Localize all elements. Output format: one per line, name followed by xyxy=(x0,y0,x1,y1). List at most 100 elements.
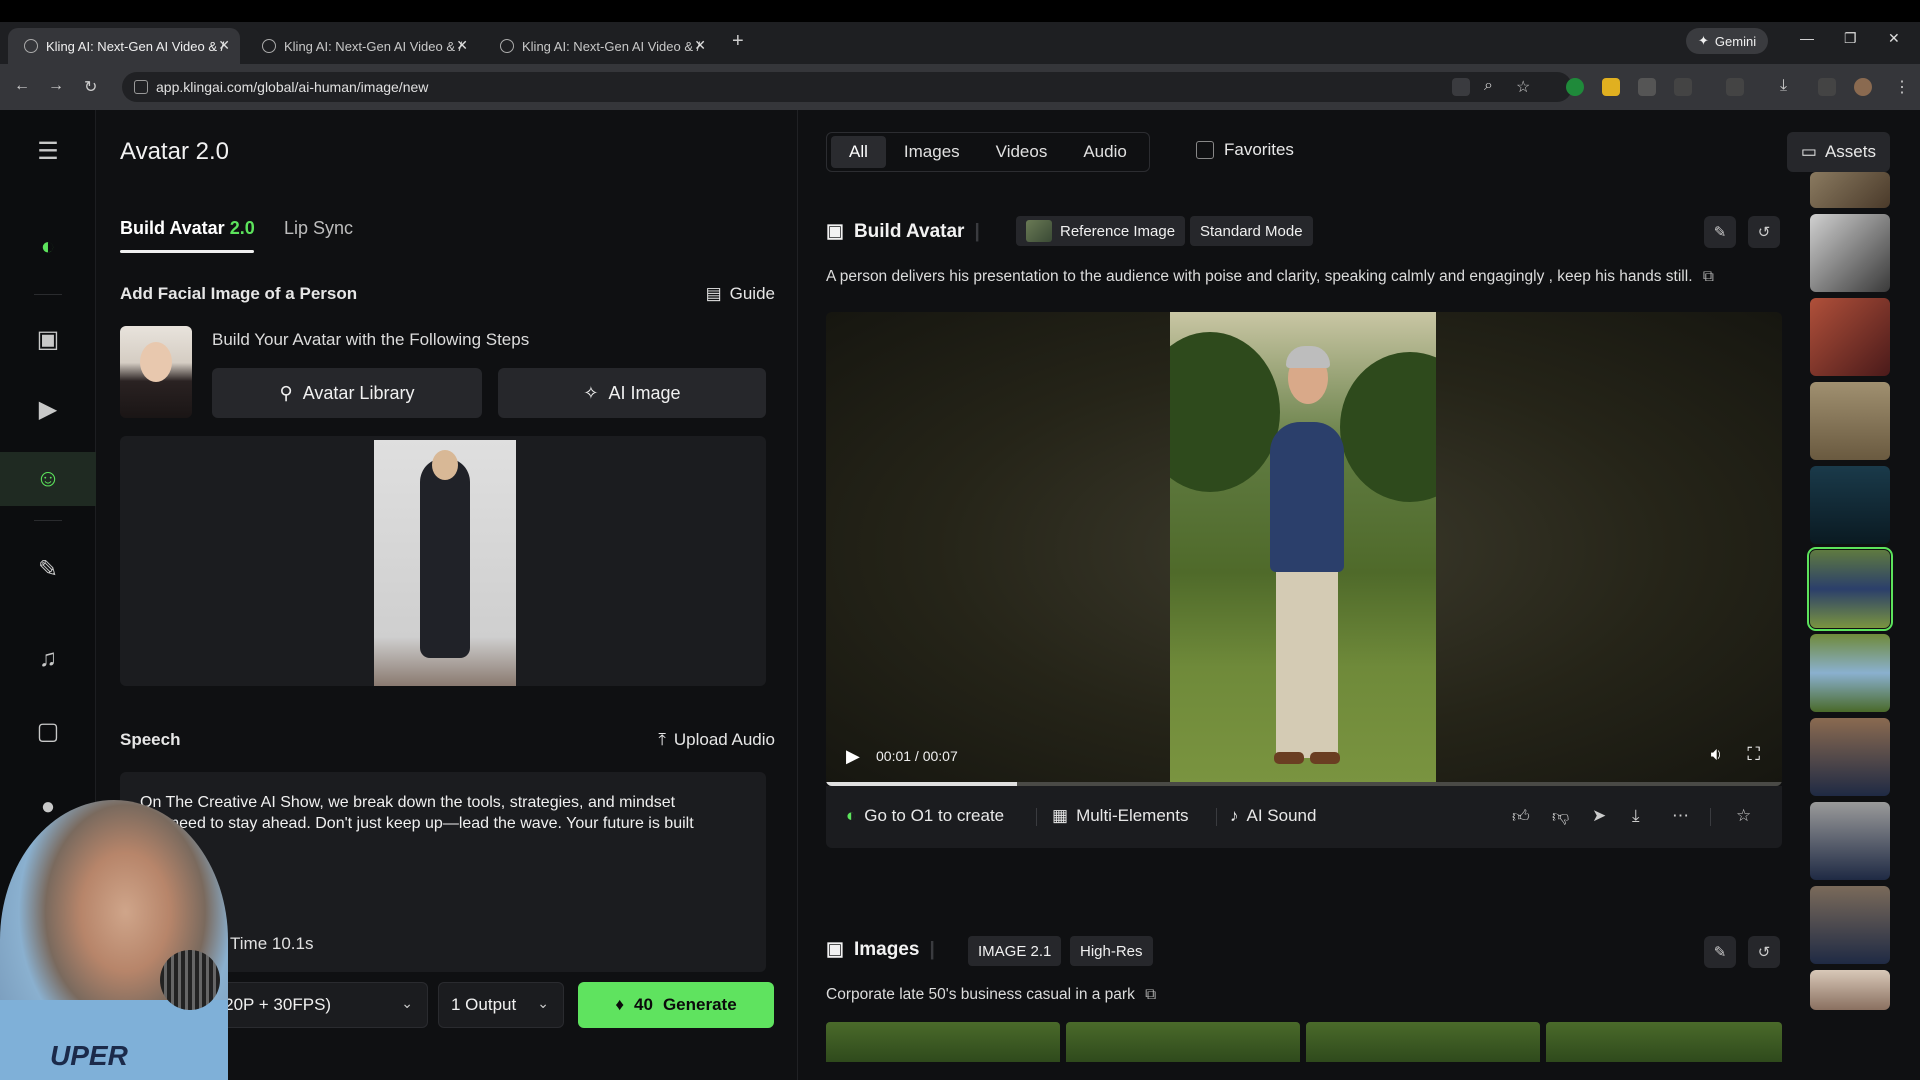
history-thumbnail[interactable] xyxy=(1810,466,1890,544)
gemini-label: Gemini xyxy=(1714,33,1757,49)
favorites-toggle[interactable]: Favorites xyxy=(1196,140,1294,160)
favorites-checkbox[interactable] xyxy=(1196,141,1214,159)
video-frame xyxy=(1170,312,1436,786)
microphone xyxy=(160,950,220,1010)
gemini-button[interactable]: ✦ Gemini xyxy=(1686,28,1769,54)
person-torso xyxy=(1270,422,1344,572)
menu-kebab-icon[interactable]: ⋮ xyxy=(1894,77,1910,97)
image-result[interactable] xyxy=(1546,1022,1782,1062)
copy-icon[interactable]: ⧉ xyxy=(1703,268,1714,285)
fullscreen-icon[interactable]: ⛶ xyxy=(1747,744,1760,765)
image-result[interactable] xyxy=(1306,1022,1540,1062)
back-icon[interactable]: ← xyxy=(14,77,30,95)
tab-lip-sync[interactable]: Lip Sync xyxy=(284,218,353,239)
image-result[interactable] xyxy=(1066,1022,1300,1062)
address-bar[interactable]: app.klingai.com/global/ai-human/image/ne… xyxy=(122,72,1572,102)
avatar-library-button[interactable]: ⚲ Avatar Library xyxy=(212,368,482,418)
reference-image-chip[interactable]: Reference Image xyxy=(1016,216,1186,246)
browser-tab-3[interactable]: Kling AI: Next-Gen AI Video & / ✕ xyxy=(484,28,716,64)
folder-icon: ▭ xyxy=(1800,142,1817,161)
history-thumbnail[interactable] xyxy=(1810,886,1890,964)
chevron-down-icon: ⌄ xyxy=(537,995,549,1011)
thumbs-down-icon[interactable]: 👎︎ xyxy=(1552,806,1569,827)
browser-tab-2[interactable]: Kling AI: Next-Gen AI Video & / ✕ xyxy=(246,28,478,64)
ai-sound-button[interactable]: ♪ AI Sound xyxy=(1230,806,1316,826)
close-window-icon[interactable]: ✕ xyxy=(1888,30,1900,47)
bookmark-star-icon[interactable]: ☆ xyxy=(1516,77,1530,97)
translate-icon[interactable] xyxy=(1452,78,1470,96)
history-thumbnail[interactable] xyxy=(1810,214,1890,292)
browser-tab-1[interactable]: Kling AI: Next-Gen AI Video & / ✕ xyxy=(8,28,240,64)
hamburger-menu-icon[interactable]: ☰ xyxy=(18,124,78,178)
close-icon[interactable]: ✕ xyxy=(694,37,706,54)
person-legs xyxy=(1276,568,1338,758)
image-result[interactable] xyxy=(826,1022,1060,1062)
extensions-puzzle-icon[interactable] xyxy=(1674,78,1692,96)
history-thumbnail[interactable] xyxy=(1810,298,1890,376)
facial-image-heading: Add Facial Image of a Person xyxy=(120,284,358,303)
divider xyxy=(34,294,62,295)
upload-audio-button[interactable]: ⤒ Upload Audio xyxy=(658,730,775,750)
favorite-star-icon[interactable]: ☆ xyxy=(1736,806,1751,826)
side-panel-icon[interactable] xyxy=(1726,78,1744,96)
volume-icon[interactable]: 🔉︎ xyxy=(1711,744,1722,765)
minimize-icon[interactable]: — xyxy=(1800,30,1814,46)
speech-duration: Time 10.1s xyxy=(230,934,314,953)
generate-button[interactable]: ♦ 40 Generate xyxy=(578,982,774,1028)
kling-logo-icon[interactable]: ◐ xyxy=(18,220,78,274)
video-gen-icon[interactable]: ▶ xyxy=(18,382,78,436)
avatar-icon[interactable]: ☺ xyxy=(0,452,96,506)
restore-icon[interactable]: ❐ xyxy=(1844,30,1857,47)
download-icon[interactable]: ⤓ xyxy=(1632,806,1640,826)
assets-icon[interactable]: ▢ xyxy=(18,704,78,758)
copy-icon[interactable]: ⧉ xyxy=(1145,986,1156,1003)
assets-button[interactable]: ▭ Assets xyxy=(1786,132,1890,172)
output-count-select[interactable]: 1 Output ⌄ xyxy=(438,982,564,1028)
resolution-select[interactable]: (720P + 30FPS) ⌄ xyxy=(196,982,428,1028)
image-gen-icon[interactable]: ▣ xyxy=(18,312,78,366)
share-icon[interactable]: ➤ xyxy=(1592,806,1606,826)
thumbs-up-icon[interactable]: 👍︎ xyxy=(1512,806,1530,827)
history-thumbnail[interactable] xyxy=(1810,634,1890,712)
effects-icon[interactable]: ✎ xyxy=(18,542,78,596)
history-thumbnail[interactable] xyxy=(1810,382,1890,460)
face-image-thumbnail[interactable] xyxy=(120,326,192,418)
grammarly-extension-icon[interactable] xyxy=(1566,78,1584,96)
edit-icon[interactable]: ✎ xyxy=(1704,216,1736,248)
regenerate-icon[interactable]: ↺ xyxy=(1748,216,1780,248)
site-info-icon[interactable] xyxy=(134,80,148,94)
filter-videos[interactable]: Videos xyxy=(978,136,1066,168)
media-icon[interactable] xyxy=(1818,78,1836,96)
history-thumbnail[interactable] xyxy=(1810,718,1890,796)
reload-icon[interactable]: ↻ xyxy=(84,77,97,97)
filter-all[interactable]: All xyxy=(831,136,886,168)
video-player[interactable]: ▶ 00:01 / 00:07 🔉︎ ⛶ xyxy=(826,312,1782,786)
zoom-icon[interactable]: ⌕ xyxy=(1484,77,1493,95)
history-thumbnail[interactable] xyxy=(1810,172,1890,208)
guide-link[interactable]: ▤ Guide xyxy=(706,284,775,304)
multi-elements-button[interactable]: ▦ Multi-Elements xyxy=(1052,806,1188,826)
filter-audio[interactable]: Audio xyxy=(1065,136,1144,168)
ai-image-button[interactable]: ✧ AI Image xyxy=(498,368,766,418)
credit-cost: 40 xyxy=(634,995,653,1014)
extension-icon[interactable] xyxy=(1602,78,1620,96)
close-icon[interactable]: ✕ xyxy=(456,37,468,54)
profile-avatar[interactable] xyxy=(1854,78,1872,96)
download-icon[interactable]: ⤓ xyxy=(1780,77,1787,95)
history-thumbnail-selected[interactable] xyxy=(1807,547,1893,631)
avatar-preview[interactable] xyxy=(120,436,766,686)
extension-icon[interactable] xyxy=(1638,78,1656,96)
regenerate-icon[interactable]: ↺ xyxy=(1748,936,1780,968)
more-icon[interactable]: ⋯ xyxy=(1672,806,1689,826)
history-thumbnail[interactable] xyxy=(1810,802,1890,880)
history-thumbnail[interactable] xyxy=(1810,970,1890,1010)
new-tab-icon[interactable]: + xyxy=(732,30,744,53)
play-icon[interactable]: ▶ xyxy=(846,746,860,767)
go-to-o1-button[interactable]: ◐ Go to O1 to create xyxy=(846,806,1004,826)
edit-icon[interactable]: ✎ xyxy=(1704,936,1736,968)
tab-build-avatar[interactable]: Build Avatar 2.0 xyxy=(120,218,255,239)
forward-icon[interactable]: → xyxy=(48,77,64,95)
audio-icon[interactable]: ♫ xyxy=(18,632,78,686)
filter-images[interactable]: Images xyxy=(886,136,978,168)
close-icon[interactable]: ✕ xyxy=(218,37,230,54)
